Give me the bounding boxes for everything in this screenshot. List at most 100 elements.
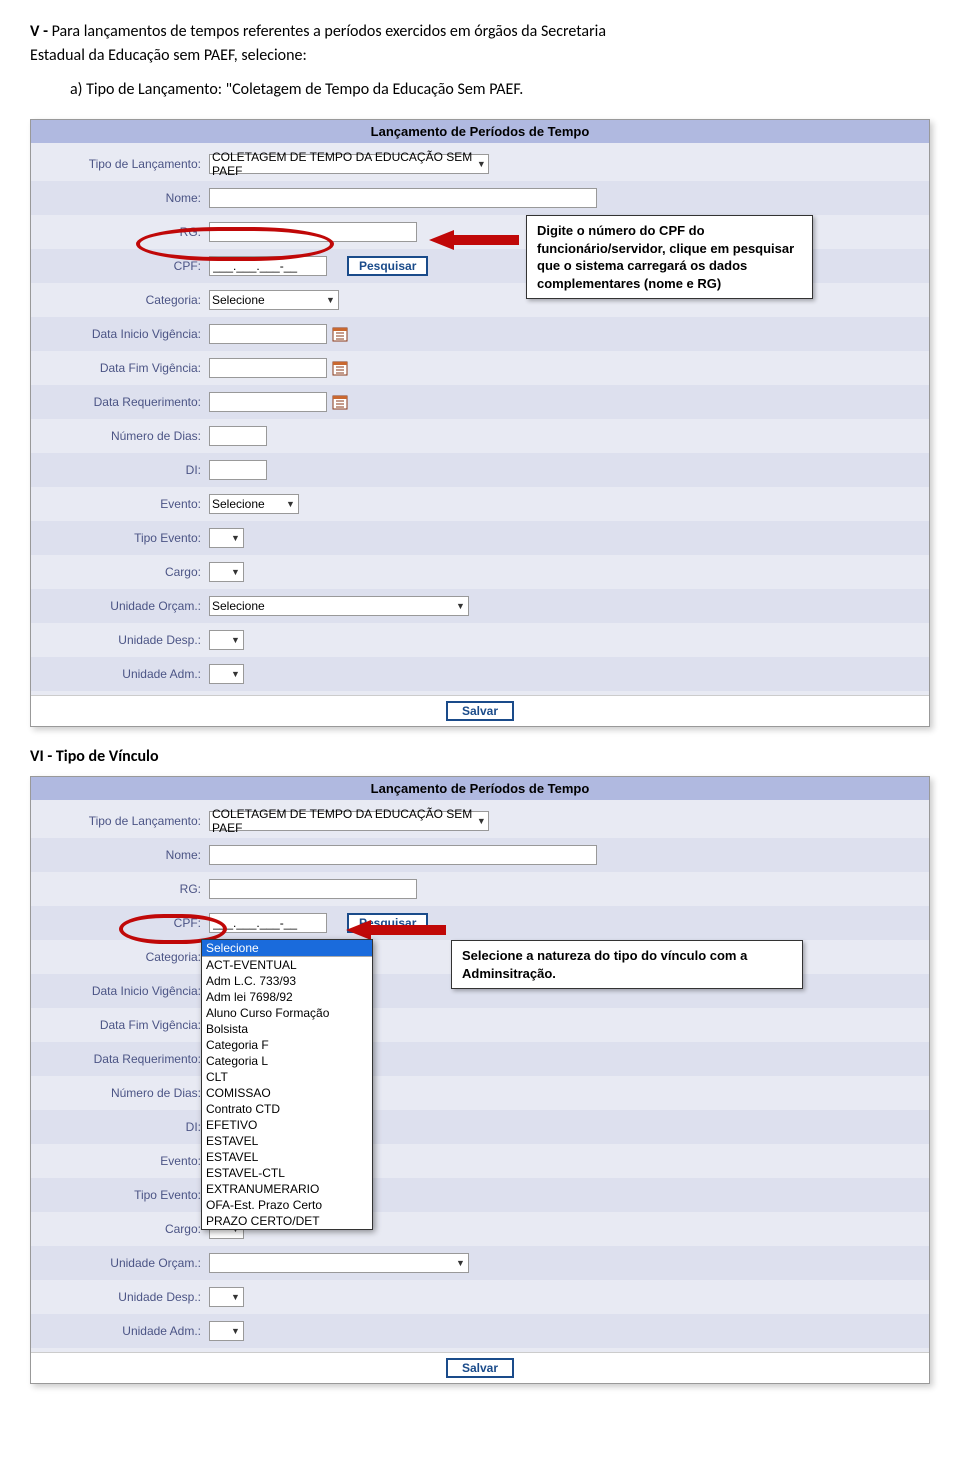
intro-paragraph: V - Para lançamentos de tempos referente… bbox=[30, 20, 930, 68]
tipo-lancamento-value: COLETAGEM DE TEMPO DA EDUCAÇÃO SEM PAEF bbox=[212, 807, 475, 835]
chevron-down-icon: ▼ bbox=[228, 565, 243, 580]
label-evento: Evento: bbox=[41, 1154, 209, 1168]
dropdown-option[interactable]: Categoria L bbox=[202, 1053, 372, 1069]
categoria-dropdown-open[interactable]: Selecione ACT-EVENTUAL Adm L.C. 733/93 A… bbox=[201, 939, 373, 1230]
label-tipo-lancamento: Tipo de Lançamento: bbox=[41, 157, 209, 171]
data-inicio-input[interactable] bbox=[209, 324, 327, 344]
dropdown-option[interactable]: Adm L.C. 733/93 bbox=[202, 973, 372, 989]
chevron-down-icon: ▼ bbox=[228, 1290, 243, 1305]
evento-select[interactable]: Selecione ▼ bbox=[209, 494, 299, 514]
categoria-select[interactable]: Selecione ▼ bbox=[209, 290, 339, 310]
calendar-icon[interactable] bbox=[332, 326, 348, 342]
chevron-down-icon: ▼ bbox=[475, 814, 488, 829]
evento-value: Selecione bbox=[212, 497, 265, 511]
unid-orcam-value: Selecione bbox=[212, 599, 265, 613]
label-nome: Nome: bbox=[41, 191, 209, 205]
nome-input[interactable] bbox=[209, 188, 597, 208]
dropdown-option[interactable]: CLT bbox=[202, 1069, 372, 1085]
dropdown-option[interactable]: ESTAVEL bbox=[202, 1133, 372, 1149]
label-data-req: Data Requerimento: bbox=[41, 395, 209, 409]
chevron-down-icon: ▼ bbox=[228, 531, 243, 546]
intro-prefix-bold: V - bbox=[30, 22, 52, 41]
dropdown-option[interactable]: OFA-Est. Prazo Certo bbox=[202, 1197, 372, 1213]
cpf-input[interactable] bbox=[209, 913, 327, 933]
label-categoria: Categoria: bbox=[41, 950, 209, 964]
label-data-fim: Data Fim Vigência: bbox=[41, 361, 209, 375]
label-evento: Evento: bbox=[41, 497, 209, 511]
callout-categoria: Selecione a natureza do tipo do vínculo … bbox=[451, 940, 803, 989]
data-fim-input[interactable] bbox=[209, 358, 327, 378]
label-nome: Nome: bbox=[41, 848, 209, 862]
label-rg: RG: bbox=[41, 882, 209, 896]
label-unid-orcam: Unidade Orçam.: bbox=[41, 599, 209, 613]
calendar-icon[interactable] bbox=[332, 394, 348, 410]
cpf-input[interactable] bbox=[209, 256, 327, 276]
label-cpf: CPF: bbox=[41, 259, 209, 273]
label-categoria: Categoria: bbox=[41, 293, 209, 307]
section-heading-vi: VI - Tipo de Vínculo bbox=[30, 747, 930, 766]
nome-input[interactable] bbox=[209, 845, 597, 865]
label-di: DI: bbox=[41, 463, 209, 477]
unid-orcam-select[interactable]: Selecione ▼ bbox=[209, 596, 469, 616]
chevron-down-icon: ▼ bbox=[475, 157, 488, 172]
form-2: Lançamento de Períodos de Tempo Tipo de … bbox=[30, 776, 930, 1384]
unid-desp-select[interactable]: ▼ bbox=[209, 1287, 244, 1307]
label-di: DI: bbox=[41, 1120, 209, 1134]
dropdown-option[interactable]: EFETIVO bbox=[202, 1117, 372, 1133]
label-data-fim: Data Fim Vigência: bbox=[41, 1018, 209, 1032]
chevron-down-icon: ▼ bbox=[453, 599, 468, 614]
chevron-down-icon: ▼ bbox=[228, 1324, 243, 1339]
dropdown-option[interactable]: Adm lei 7698/92 bbox=[202, 989, 372, 1005]
tipo-lancamento-select[interactable]: COLETAGEM DE TEMPO DA EDUCAÇÃO SEM PAEF … bbox=[209, 154, 489, 174]
chevron-down-icon: ▼ bbox=[453, 1256, 468, 1271]
dropdown-option[interactable]: COMISSAO bbox=[202, 1085, 372, 1101]
label-num-dias: Número de Dias: bbox=[41, 429, 209, 443]
unid-adm-select[interactable]: ▼ bbox=[209, 664, 244, 684]
label-unid-adm: Unidade Adm.: bbox=[41, 667, 209, 681]
dropdown-option[interactable]: Categoria F bbox=[202, 1037, 372, 1053]
dropdown-option-highlighted[interactable]: Selecione bbox=[202, 940, 372, 956]
dropdown-option[interactable]: Aluno Curso Formação bbox=[202, 1005, 372, 1021]
dropdown-option[interactable]: EXTRANUMERARIO bbox=[202, 1181, 372, 1197]
cargo-select[interactable]: ▼ bbox=[209, 562, 244, 582]
unid-desp-select[interactable]: ▼ bbox=[209, 630, 244, 650]
tipo-lancamento-select[interactable]: COLETAGEM DE TEMPO DA EDUCAÇÃO SEM PAEF … bbox=[209, 811, 489, 831]
intro-line2: Estadual da Educação sem PAEF, selecione… bbox=[30, 46, 307, 65]
unid-orcam-select[interactable]: ▼ bbox=[209, 1253, 469, 1273]
salvar-button[interactable]: Salvar bbox=[446, 701, 514, 721]
label-cpf: CPF: bbox=[41, 916, 209, 930]
form-body: Tipo de Lançamento: COLETAGEM DE TEMPO D… bbox=[31, 800, 929, 1352]
dropdown-option[interactable]: Bolsista bbox=[202, 1021, 372, 1037]
intro-line1: Para lançamentos de tempos referentes a … bbox=[52, 22, 606, 41]
label-tipo-evento: Tipo Evento: bbox=[41, 531, 209, 545]
dropdown-option[interactable]: ESTAVEL bbox=[202, 1149, 372, 1165]
label-tipo-lancamento: Tipo de Lançamento: bbox=[41, 814, 209, 828]
unid-adm-select[interactable]: ▼ bbox=[209, 1321, 244, 1341]
categoria-value: Selecione bbox=[212, 293, 265, 307]
pesquisar-button[interactable]: Pesquisar bbox=[347, 256, 428, 276]
chevron-down-icon: ▼ bbox=[283, 497, 298, 512]
di-input[interactable] bbox=[209, 460, 267, 480]
tipo-evento-select[interactable]: ▼ bbox=[209, 528, 244, 548]
dropdown-option[interactable]: ESTAVEL-CTL bbox=[202, 1165, 372, 1181]
dropdown-option[interactable]: ACT-EVENTUAL bbox=[202, 957, 372, 973]
form-1: Lançamento de Períodos de Tempo Tipo de … bbox=[30, 119, 930, 727]
label-unid-orcam: Unidade Orçam.: bbox=[41, 1256, 209, 1270]
pesquisar-button[interactable]: Pesquisar bbox=[347, 913, 428, 933]
list-item-a: a) Tipo de Lançamento: "Coletagem de Tem… bbox=[70, 80, 930, 99]
rg-input[interactable] bbox=[209, 879, 417, 899]
salvar-row: Salvar bbox=[31, 1352, 929, 1383]
callout-cpf: Digite o número do CPF do funcionário/se… bbox=[526, 215, 813, 299]
calendar-icon[interactable] bbox=[332, 360, 348, 376]
label-data-inicio: Data Inicio Vigência: bbox=[41, 984, 209, 998]
dropdown-option[interactable]: PRAZO CERTO/DET bbox=[202, 1213, 372, 1229]
label-cargo: Cargo: bbox=[41, 1222, 209, 1236]
data-req-input[interactable] bbox=[209, 392, 327, 412]
num-dias-input[interactable] bbox=[209, 426, 267, 446]
dropdown-option[interactable]: Contrato CTD bbox=[202, 1101, 372, 1117]
form-title: Lançamento de Períodos de Tempo bbox=[31, 777, 929, 800]
rg-input[interactable] bbox=[209, 222, 417, 242]
salvar-row: Salvar bbox=[31, 695, 929, 726]
form-title: Lançamento de Períodos de Tempo bbox=[31, 120, 929, 143]
salvar-button[interactable]: Salvar bbox=[446, 1358, 514, 1378]
